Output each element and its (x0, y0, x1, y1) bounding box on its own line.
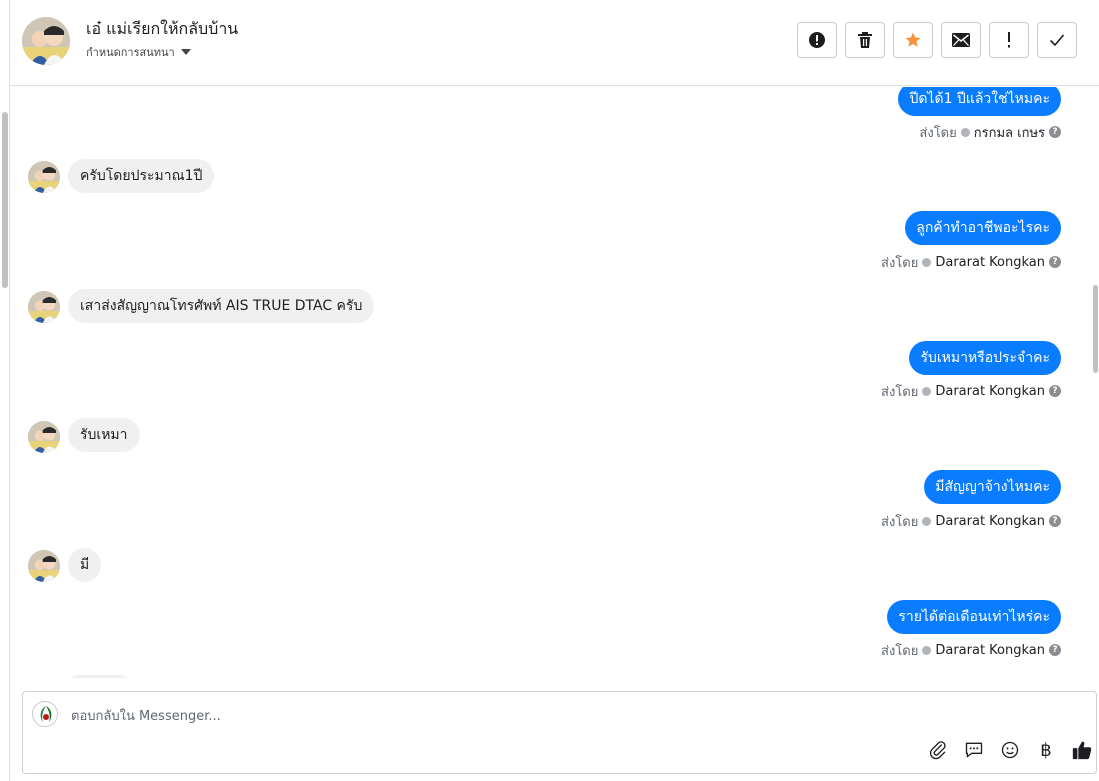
outgoing-message[interactable]: ลูกค้าทำอาชีพอะไรคะ (905, 211, 1061, 245)
delete-button[interactable] (845, 22, 885, 58)
sender-name: Dararat Kongkan (935, 383, 1045, 399)
sent-check-icon (922, 516, 932, 526)
page-avatar (32, 701, 58, 727)
incoming-message[interactable]: รับเหมา (68, 418, 140, 452)
help-icon[interactable]: ? (1049, 126, 1061, 138)
conversation-header: เอ๋ แม่เรียกให้กลับบ้าน กำหนดการสนทนา (10, 0, 1099, 86)
emoji-icon (1001, 741, 1019, 759)
sent-check-icon (922, 386, 932, 396)
reply-composer: ฿ (22, 691, 1097, 774)
envelope-icon (952, 33, 970, 47)
baht-icon: ฿ (1040, 739, 1052, 761)
check-icon (1049, 34, 1065, 47)
attach-button[interactable] (926, 738, 950, 762)
contact-avatar-small[interactable] (28, 421, 60, 453)
outgoing-message[interactable]: มีสัญญาจ้างไหมคะ (924, 470, 1061, 504)
scrollbar-thumb[interactable] (1093, 285, 1098, 373)
help-icon[interactable]: ? (1049, 644, 1061, 656)
contact-name: เอ๋ แม่เรียกให้กลับบ้าน (86, 19, 239, 38)
sent-check-icon (922, 257, 932, 267)
incoming-message[interactable]: เสาส่งสัญญาณโทรศัพท์ AIS TRUE DTAC ครับ (68, 289, 375, 323)
help-icon[interactable]: ? (1049, 515, 1061, 527)
sender-name: Dararat Kongkan (935, 254, 1045, 270)
sender-name: Dararat Kongkan (935, 513, 1045, 529)
reply-input[interactable] (71, 706, 891, 726)
conversation-settings-label: กำหนดการสนทนา (86, 46, 175, 59)
sent-by-label: ส่งโดย (919, 125, 957, 141)
sent-by-label: ส่งโดย (881, 384, 919, 400)
star-icon (905, 32, 921, 47)
message-sender-info: ส่งโดย Dararat Kongkan ? (881, 642, 1061, 659)
contact-avatar-small[interactable] (28, 550, 60, 582)
exclamation-icon (1008, 32, 1010, 48)
saved-replies-button[interactable] (962, 738, 986, 762)
outgoing-message[interactable]: รายได้ต่อเดือนเท่าไหร่คะ (887, 600, 1061, 634)
help-icon[interactable]: ? (1049, 256, 1061, 268)
chat-bubble-icon (965, 742, 983, 758)
help-icon[interactable]: ? (1049, 385, 1061, 397)
follow-up-button[interactable] (989, 22, 1029, 58)
message-sender-info: ส่งโดย Dararat Kongkan ? (881, 513, 1061, 530)
message-sender-info: ส่งโดย กรกมล เกษร ? (919, 124, 1061, 141)
outgoing-message[interactable]: รับเหมาหรือประจำคะ (909, 341, 1061, 375)
paperclip-icon (929, 741, 946, 760)
scrollbar-thumb[interactable] (2, 112, 8, 288)
sender-name: กรกมล เกษร (973, 125, 1045, 141)
sent-by-label: ส่งโดย (881, 255, 919, 271)
incoming-message[interactable]: ครับโดยประมาณ1ปี (68, 159, 215, 193)
thread-scrollbar[interactable] (1093, 87, 1099, 678)
star-button[interactable] (893, 22, 933, 58)
header-actions (797, 22, 1077, 58)
done-button[interactable] (1037, 22, 1077, 58)
messenger-inbox: เอ๋ แม่เรียกให้กลับบ้าน กำหนดการสนทนา ปี… (0, 0, 1099, 781)
like-button[interactable] (1070, 738, 1094, 762)
sent-by-label: ส่งโดย (881, 514, 919, 530)
composer-tools: ฿ (926, 738, 1094, 762)
sender-name: Dararat Kongkan (935, 642, 1045, 658)
sent-by-label: ส่งโดย (881, 643, 919, 659)
trash-icon (858, 32, 872, 48)
sent-check-icon (960, 127, 970, 137)
thumbs-up-icon (1072, 741, 1092, 760)
report-button[interactable] (797, 22, 837, 58)
message-thread[interactable]: ปีดได้1 ปีแล้วใช่ไหมคะ ส่งโดย กรกมล เกษร… (10, 87, 1093, 678)
message-sender-info: ส่งโดย Dararat Kongkan ? (881, 383, 1061, 400)
message-sender-info: ส่งโดย Dararat Kongkan ? (881, 254, 1061, 271)
left-pane-scrollbar[interactable] (0, 0, 10, 781)
outgoing-message[interactable]: ปีดได้1 ปีแล้วใช่ไหมคะ (898, 87, 1061, 116)
emoji-button[interactable] (998, 738, 1022, 762)
caret-down-icon (180, 49, 191, 55)
exclamation-circle-icon (809, 32, 825, 48)
incoming-message[interactable]: มี (68, 548, 102, 582)
incoming-message-partial[interactable] (68, 675, 130, 678)
mark-unread-button[interactable] (941, 22, 981, 58)
contact-avatar[interactable] (22, 17, 70, 65)
conversation-settings-dropdown[interactable]: กำหนดการสนทนา (86, 43, 191, 61)
sent-check-icon (922, 645, 932, 655)
contact-avatar-small[interactable] (28, 291, 60, 323)
payment-button[interactable]: ฿ (1034, 738, 1058, 762)
contact-avatar-small[interactable] (28, 161, 60, 193)
